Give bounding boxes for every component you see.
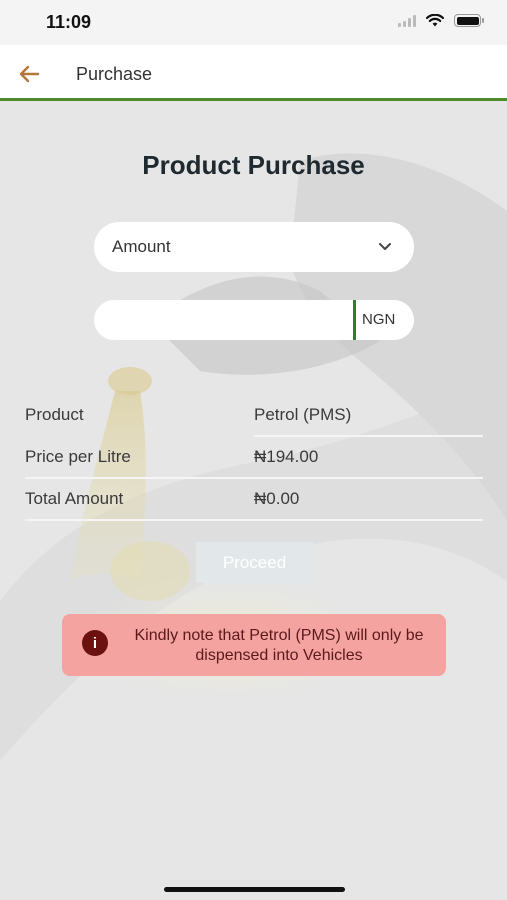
back-button[interactable] [14,59,44,89]
purchase-details: Product Petrol (PMS) Price per Litre ₦19… [25,395,483,521]
notice-text: Kindly note that Petrol (PMS) will only … [134,627,424,664]
notice-banner: i Kindly note that Petrol (PMS) will onl… [62,614,446,676]
chevron-down-icon [379,243,391,250]
nav-title: Purchase [76,64,153,84]
cellular-signal-icon [398,14,416,27]
status-bar: 11:09 [0,0,507,45]
amount-input[interactable] [94,300,352,340]
detail-value: Petrol (PMS) [254,405,352,424]
page-title: Product Purchase [142,150,365,180]
detail-row-total-amount: Total Amount ₦0.00 [25,479,483,521]
nav-bar: Purchase [0,45,507,101]
info-icon: i [82,630,108,656]
arrow-left-icon [19,65,40,83]
detail-label: Price per Litre [25,447,131,466]
currency-label: NGN [362,311,396,328]
detail-label: Product [25,405,84,424]
battery-icon [454,14,484,27]
purchase-type-value: Amount [112,237,171,256]
purchase-type-select[interactable]: Amount [94,222,414,272]
detail-row-product: Product Petrol (PMS) [25,395,483,437]
detail-label: Total Amount [25,489,124,508]
wifi-icon [426,14,444,27]
proceed-button[interactable]: Proceed [196,542,313,583]
detail-row-price-per-litre: Price per Litre ₦194.00 [25,437,483,479]
amount-field: NGN [94,300,414,340]
detail-value: ₦0.00 [254,489,300,508]
amount-divider [353,300,356,340]
home-indicator [164,887,345,892]
status-time: 11:09 [46,12,92,32]
detail-value: ₦194.00 [254,447,319,466]
status-icons [398,14,484,27]
row-divider [25,519,483,521]
